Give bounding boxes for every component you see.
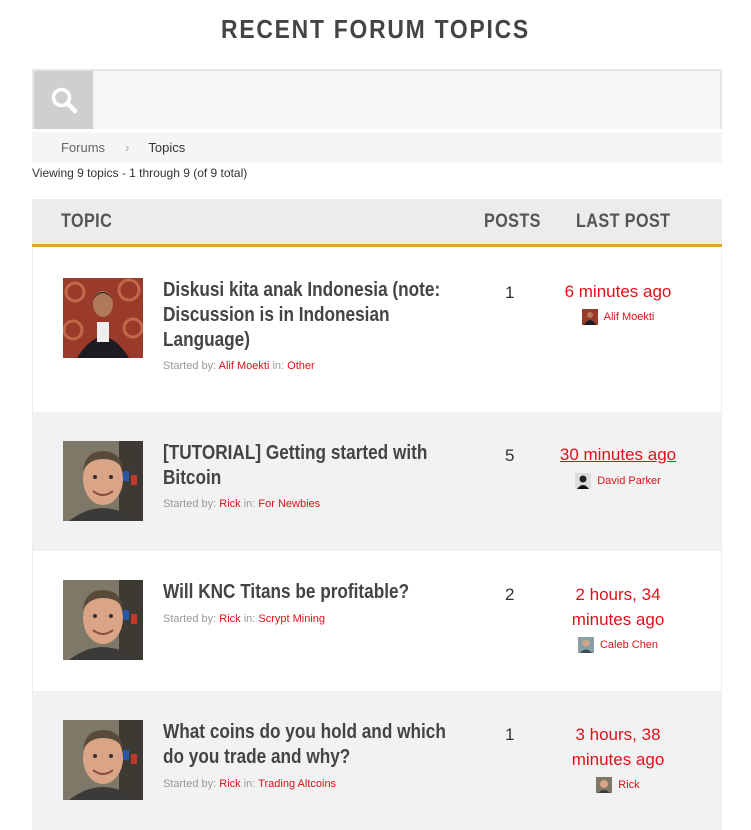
topic-title-link[interactable]: Will KNC Titans be profitable?	[163, 580, 460, 605]
forum-link[interactable]: Trading Altcoins	[258, 778, 336, 790]
page-title: RECENT FORUM TOPICS	[221, 14, 530, 44]
topic-row: Will KNC Titans be profitable? Started b…	[32, 551, 722, 691]
topic-row: What coins do you hold and which do you …	[32, 691, 722, 830]
search-icon	[51, 87, 77, 114]
search-input[interactable]	[94, 71, 720, 129]
last-post-time-link[interactable]: 2 hours, 34 minutes ago	[553, 582, 683, 632]
viewing-count: Viewing 9 topics - 1 through 9 (of 9 tot…	[32, 166, 248, 180]
breadcrumb: Forums › Topics	[32, 132, 722, 163]
breadcrumb-forums[interactable]: Forums	[61, 140, 105, 155]
started-by-label: Started by:	[163, 778, 217, 790]
in-label: in:	[272, 360, 285, 372]
avatar	[575, 473, 592, 489]
in-label: in:	[243, 498, 256, 510]
breadcrumb-topics: Topics	[148, 140, 186, 155]
post-count: 1	[505, 283, 515, 302]
avatar[interactable]	[63, 720, 143, 800]
last-post-user[interactable]: David Parker	[553, 473, 683, 489]
last-post-time-link[interactable]: 6 minutes ago	[553, 279, 683, 304]
last-post-user-name[interactable]: Alif Moekti	[604, 311, 655, 323]
last-post-user[interactable]: Caleb Chen	[553, 637, 683, 653]
chevron-right-icon: ›	[125, 140, 130, 155]
last-post-user-name[interactable]: David Parker	[597, 475, 661, 487]
avatar	[596, 777, 613, 793]
started-by-label: Started by:	[163, 613, 217, 625]
started-by-label: Started by:	[163, 498, 217, 510]
topic-title-link[interactable]: Diskusi kita anak Indonesia (note: Discu…	[163, 278, 460, 353]
post-count: 1	[505, 725, 515, 744]
topic-meta: Started by: Rick in: For Newbies	[163, 498, 320, 510]
in-label: in:	[243, 613, 256, 625]
author-link[interactable]: Rick	[219, 613, 240, 625]
forum-link[interactable]: Other	[287, 360, 315, 372]
table-header: TOPIC POSTS LAST POST	[32, 199, 722, 247]
author-link[interactable]: Rick	[219, 498, 240, 510]
last-post-time-link[interactable]: 3 hours, 38 minutes ago	[553, 722, 683, 772]
avatar[interactable]	[63, 441, 143, 521]
avatar	[577, 637, 594, 653]
avatar[interactable]	[63, 278, 143, 358]
avatar[interactable]	[63, 580, 143, 660]
topic-row: [TUTORIAL] Getting started with Bitcoin …	[32, 412, 722, 551]
last-post-user-name[interactable]: Rick	[618, 779, 639, 791]
last-post-user-name[interactable]: Caleb Chen	[600, 639, 658, 651]
topic-title-link[interactable]: What coins do you hold and which do you …	[163, 720, 460, 770]
topic-row: Diskusi kita anak Indonesia (note: Discu…	[32, 249, 722, 412]
avatar	[581, 309, 598, 325]
forum-link[interactable]: For Newbies	[258, 498, 320, 510]
forum-link[interactable]: Scrypt Mining	[258, 613, 325, 625]
topic-meta: Started by: Rick in: Scrypt Mining	[163, 613, 325, 625]
last-post-time-link[interactable]: 30 minutes ago	[553, 442, 683, 467]
topic-meta: Started by: Alif Moekti in: Other	[163, 360, 315, 372]
author-link[interactable]: Rick	[219, 778, 240, 790]
last-post-user[interactable]: Alif Moekti	[553, 309, 683, 325]
topic-meta: Started by: Rick in: Trading Altcoins	[163, 778, 336, 790]
column-header-topic: TOPIC	[61, 211, 113, 232]
search-bar	[32, 69, 722, 129]
last-post-user[interactable]: Rick	[553, 777, 683, 793]
column-header-last-post: LAST POST	[576, 211, 671, 232]
search-button[interactable]	[34, 71, 93, 129]
in-label: in:	[243, 778, 256, 790]
started-by-label: Started by:	[163, 360, 217, 372]
post-count: 2	[505, 585, 515, 604]
post-count: 5	[505, 446, 515, 465]
topic-title-link[interactable]: [TUTORIAL] Getting started with Bitcoin	[163, 441, 460, 491]
author-link[interactable]: Alif Moekti	[219, 360, 270, 372]
column-header-posts: POSTS	[484, 211, 541, 232]
